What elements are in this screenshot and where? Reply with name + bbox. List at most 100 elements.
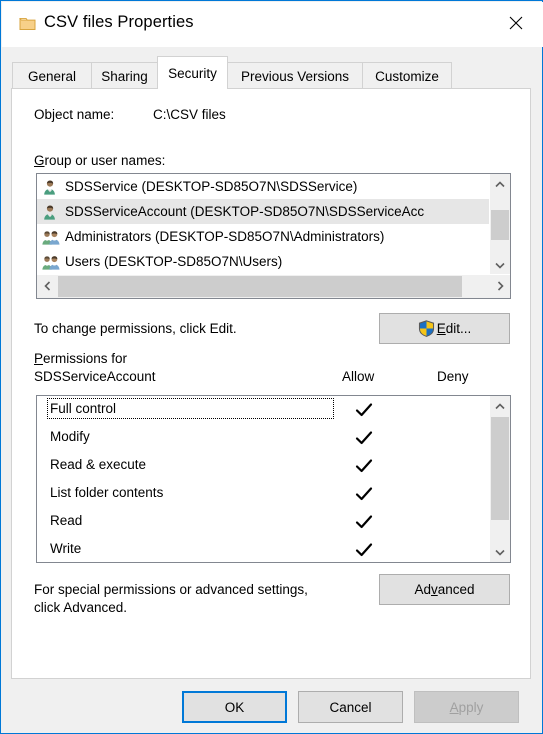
apply-button[interactable]: Apply (414, 691, 519, 723)
close-button[interactable] (495, 3, 542, 46)
deny-checkbox[interactable] (449, 513, 469, 531)
checkmark-icon (355, 515, 373, 529)
uac-shield-icon (418, 320, 435, 337)
apply-button-label: Apply (450, 700, 484, 715)
permission-row[interactable]: List folder contents (37, 480, 510, 508)
scroll-down-button[interactable] (490, 255, 510, 275)
allow-checkbox[interactable] (354, 513, 374, 531)
permission-name: List folder contents (50, 485, 164, 500)
permission-row[interactable]: Read (37, 508, 510, 536)
user-icon (44, 205, 55, 220)
scroll-thumb[interactable] (491, 210, 509, 240)
user-icon (42, 204, 58, 220)
group-icon (42, 230, 60, 245)
permissions-list[interactable]: Full control Modify Read & execute List fol… (36, 395, 511, 563)
advanced-button-label: Advanced (414, 582, 474, 597)
permission-name: Read (50, 513, 83, 528)
checkmark-icon (355, 431, 373, 445)
tab-label: Security (168, 65, 217, 81)
group-users-label: Group or user names: (34, 153, 165, 168)
allow-checkbox[interactable] (354, 457, 374, 475)
deny-checkbox[interactable] (449, 429, 469, 447)
deny-column-header: Deny (437, 369, 469, 384)
object-name-label: Object name: (34, 107, 115, 122)
group-user-item[interactable]: SDSService (DESKTOP-SD85O7N\SDSService) (37, 174, 490, 199)
group-user-name: Administrators (DESKTOP-SD85O7N\Administ… (65, 229, 385, 244)
permissions-vertical-scrollbar[interactable] (490, 396, 510, 562)
permission-row[interactable]: Read & execute (37, 452, 510, 480)
change-permissions-hint: To change permissions, click Edit. (34, 321, 237, 336)
permission-row[interactable]: Write (37, 536, 510, 562)
scroll-up-button[interactable] (490, 396, 510, 416)
group-user-item[interactable]: Users (DESKTOP-SD85O7N\Users) (37, 249, 490, 274)
group-list-vertical-scrollbar[interactable] (489, 174, 510, 275)
tab-label: Customize (375, 68, 439, 84)
group-icon (42, 254, 60, 270)
group-list-horizontal-scrollbar[interactable] (37, 274, 510, 298)
advanced-hint-line1: For special permissions or advanced sett… (34, 582, 308, 597)
permission-row[interactable]: Modify (37, 424, 510, 452)
cancel-button-label: Cancel (329, 699, 372, 715)
ok-button[interactable]: OK (182, 691, 287, 723)
permission-row[interactable]: Full control (37, 396, 510, 424)
permissions-label-rest: ermissions for (43, 351, 128, 366)
group-user-name: SDSServiceAccount (DESKTOP-SD85O7N\SDSSe… (65, 204, 425, 219)
tab-previous-versions[interactable]: Previous Versions (227, 62, 363, 89)
chevron-up-icon (495, 180, 505, 187)
deny-checkbox[interactable] (449, 485, 469, 503)
tab-label: Previous Versions (240, 68, 350, 84)
tab-strip: General Sharing Security Previous Versions C… (11, 56, 531, 89)
apply-label-accel: A (449, 699, 459, 715)
scroll-up-button[interactable] (490, 174, 510, 194)
checkmark-icon (355, 543, 373, 557)
checkmark-icon (355, 487, 373, 501)
group-user-item[interactable]: Administrators (DESKTOP-SD85O7N\Administ… (37, 224, 490, 249)
user-icon (42, 179, 58, 195)
group-users-label-rest: roup or user names: (44, 153, 166, 168)
group-user-item[interactable]: SDSServiceAccount (DESKTOP-SD85O7N\SDSSe… (37, 199, 490, 224)
scroll-left-button[interactable] (37, 276, 57, 296)
permissions-for-label: Permissions for (34, 351, 127, 366)
edit-button-label: Edit... (437, 321, 472, 336)
user-icon (44, 180, 55, 195)
group-user-items: SDSService (DESKTOP-SD85O7N\SDSService) S… (37, 174, 490, 275)
deny-checkbox[interactable] (449, 541, 469, 559)
permission-name: Write (50, 541, 82, 556)
advanced-label-rest: anced (437, 582, 475, 597)
edit-button[interactable]: Edit... (379, 313, 510, 344)
tab-customize[interactable]: Customize (362, 62, 452, 89)
group-user-list[interactable]: SDSService (DESKTOP-SD85O7N\SDSService) S… (36, 173, 511, 299)
ok-button-label: OK (224, 699, 245, 715)
properties-dialog: CSV files Properties General Sharing Secur… (0, 0, 543, 734)
permissions-label-accel: P (34, 351, 44, 366)
tab-security[interactable]: Security (157, 56, 228, 89)
advanced-label-accel: v (430, 582, 438, 597)
edit-label-accel: E (436, 321, 446, 336)
advanced-label-pre: Ad (414, 582, 431, 597)
chevron-right-icon (497, 281, 504, 291)
group-user-name: SDSService (DESKTOP-SD85O7N\SDSService) (65, 179, 358, 194)
object-name-value: C:\CSV files (153, 107, 226, 122)
scroll-right-button[interactable] (490, 276, 510, 296)
allow-checkbox[interactable] (354, 485, 374, 503)
tab-general[interactable]: General (12, 62, 92, 89)
scroll-down-button[interactable] (490, 542, 510, 562)
deny-checkbox[interactable] (449, 401, 469, 419)
scroll-thumb[interactable] (58, 276, 462, 297)
allow-checkbox[interactable] (354, 429, 374, 447)
chevron-up-icon (495, 402, 505, 409)
advanced-button[interactable]: Advanced (379, 574, 510, 605)
allow-column-header: Allow (342, 369, 375, 384)
tab-sharing[interactable]: Sharing (91, 62, 158, 89)
deny-checkbox[interactable] (449, 457, 469, 475)
group-user-name: Users (DESKTOP-SD85O7N\Users) (65, 254, 283, 269)
allow-checkbox[interactable] (354, 401, 374, 419)
cancel-button[interactable]: Cancel (298, 691, 403, 723)
close-icon (509, 16, 523, 30)
tab-label: Sharing (101, 68, 148, 84)
scroll-thumb[interactable] (491, 417, 509, 520)
group-icon (42, 229, 60, 245)
allow-checkbox[interactable] (354, 541, 374, 559)
checkmark-icon (355, 403, 373, 417)
tab-label: General (27, 68, 77, 84)
